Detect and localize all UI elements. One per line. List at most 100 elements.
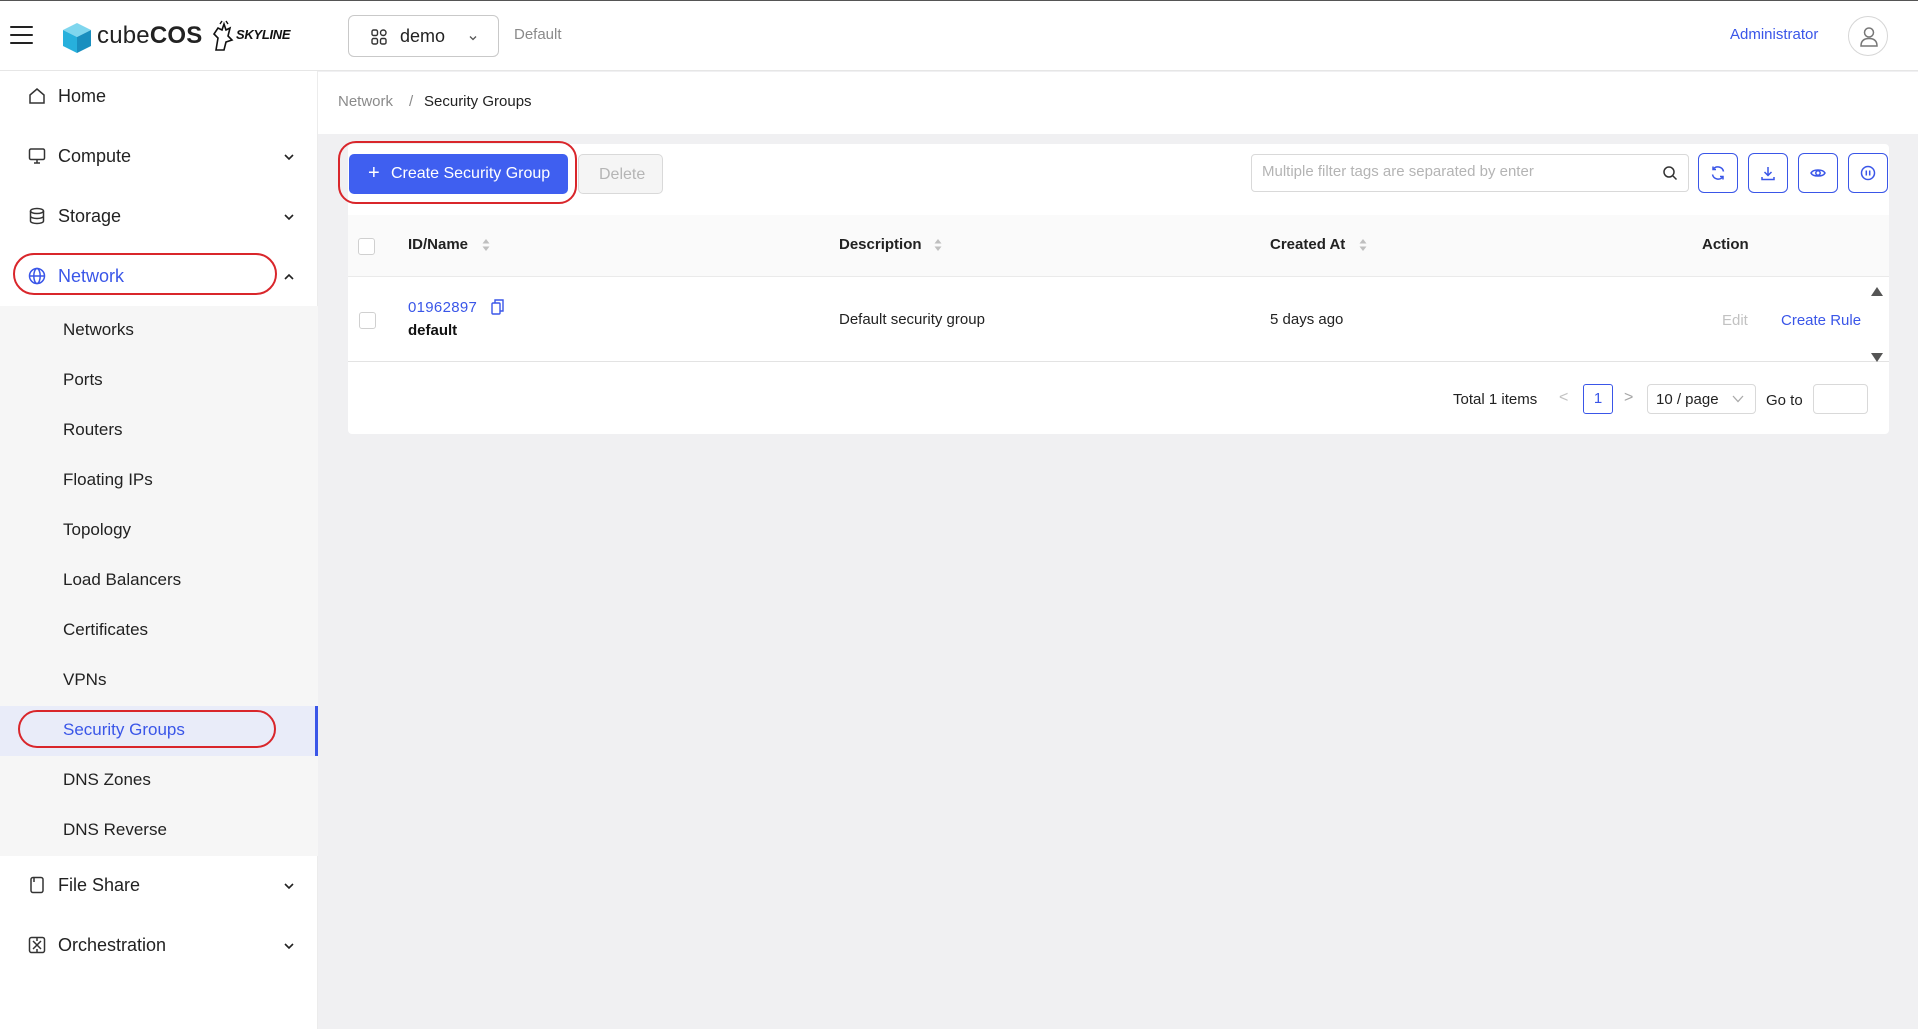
select-all-checkbox[interactable] xyxy=(358,238,375,255)
download-icon xyxy=(1761,167,1775,181)
chevron-up-icon xyxy=(283,270,295,287)
domain-label: Default xyxy=(514,26,562,43)
create-security-group-button[interactable]: + Create Security Group xyxy=(349,154,568,194)
submenu-label: Routers xyxy=(63,420,123,439)
copy-icon[interactable] xyxy=(491,299,504,319)
edit-action[interactable]: Edit xyxy=(1722,312,1748,329)
sidebar-item-routers[interactable]: Routers xyxy=(0,410,318,450)
chevron-down-icon xyxy=(468,30,478,47)
goto-label: Go to xyxy=(1766,392,1803,409)
sidebar-item-label: File Share xyxy=(58,875,141,895)
column-header-created-at[interactable]: Created At xyxy=(1270,236,1345,253)
sidebar-item-label: Orchestration xyxy=(58,935,167,955)
pagination-next[interactable]: > xyxy=(1624,389,1633,407)
chevron-down-icon xyxy=(283,879,295,896)
breadcrumb-link-network[interactable]: Network xyxy=(338,93,393,110)
column-header-id-name[interactable]: ID/Name xyxy=(408,236,468,253)
security-group-name: default xyxy=(408,322,458,339)
database-icon xyxy=(28,207,46,229)
sidebar-item-certificates[interactable]: Certificates xyxy=(0,610,318,650)
grid-icon xyxy=(371,29,387,49)
sidebar-item-load-balancers[interactable]: Load Balancers xyxy=(0,560,318,600)
delete-button[interactable]: Delete xyxy=(578,154,663,194)
sidebar-item-dns-zones[interactable]: DNS Zones xyxy=(0,760,318,800)
pagination-prev[interactable]: < xyxy=(1559,389,1568,407)
project-name: demo xyxy=(400,26,446,46)
sort-icon[interactable] xyxy=(1358,237,1368,257)
sidebar-item-orchestration[interactable]: Orchestration xyxy=(0,923,318,967)
brand-name: cubeCOS xyxy=(97,22,203,49)
pause-icon xyxy=(1860,165,1876,181)
breadcrumb-current: Security Groups xyxy=(424,93,532,110)
sidebar-item-compute[interactable]: Compute xyxy=(0,134,318,178)
created-at-cell: 5 days ago xyxy=(1270,311,1344,328)
row-checkbox[interactable] xyxy=(359,312,376,329)
search-input[interactable] xyxy=(1251,154,1689,192)
chevron-down-icon xyxy=(1732,395,1744,403)
scroll-up-arrow-icon[interactable] xyxy=(1871,283,1883,300)
sidebar-item-home[interactable]: Home xyxy=(0,74,318,118)
sidebar-item-topology[interactable]: Topology xyxy=(0,510,318,550)
sidebar-item-networks[interactable]: Networks xyxy=(0,310,318,350)
sidebar-item-label: Compute xyxy=(58,146,132,166)
hamburger-menu-icon[interactable] xyxy=(10,26,33,44)
column-header-description[interactable]: Description xyxy=(839,236,922,253)
chevron-down-icon xyxy=(283,210,295,227)
submenu-label: Certificates xyxy=(63,620,149,639)
project-selector[interactable]: demo xyxy=(348,15,499,57)
sidebar-item-label: Home xyxy=(58,86,107,106)
column-header-action: Action xyxy=(1702,236,1749,253)
sidebar-item-vpns[interactable]: VPNs xyxy=(0,660,318,700)
pause-refresh-button[interactable] xyxy=(1848,153,1888,193)
sort-icon[interactable] xyxy=(481,237,491,257)
sidebar-item-file-share[interactable]: File Share xyxy=(0,863,318,907)
submenu-label: DNS Zones xyxy=(63,770,151,789)
monitor-icon xyxy=(28,147,46,169)
security-group-id-link[interactable]: 01962897 xyxy=(408,299,477,316)
submenu-label: Floating IPs xyxy=(63,470,153,489)
sidebar-item-dns-reverse[interactable]: DNS Reverse xyxy=(0,810,318,850)
home-icon xyxy=(28,87,46,109)
sidebar-item-label: Storage xyxy=(58,206,122,226)
eye-icon xyxy=(1810,169,1826,177)
goto-page-input[interactable] xyxy=(1813,384,1868,414)
user-name-link[interactable]: Administrator xyxy=(1730,26,1818,43)
table-header: ID/Name Description Created At Action xyxy=(348,215,1889,277)
refresh-button[interactable] xyxy=(1698,153,1738,193)
cube-logo-icon xyxy=(62,22,92,58)
submenu-label: VPNs xyxy=(63,670,107,689)
avatar[interactable] xyxy=(1848,16,1888,56)
submenu-label: Networks xyxy=(63,320,134,339)
sidebar-item-ports[interactable]: Ports xyxy=(0,360,318,400)
breadcrumb-separator: / xyxy=(409,93,414,110)
file-icon xyxy=(28,876,46,898)
refresh-icon xyxy=(1711,166,1725,180)
page-size-select[interactable]: 10 / page xyxy=(1647,384,1756,414)
skyline-wordmark: SKYLINE xyxy=(236,27,291,42)
scroll-down-arrow-icon[interactable] xyxy=(1871,349,1883,366)
submenu-label: DNS Reverse xyxy=(63,820,167,839)
search-icon[interactable] xyxy=(1662,165,1678,185)
sidebar-item-security-groups[interactable]: Security Groups xyxy=(0,706,318,756)
submenu-label: Load Balancers xyxy=(63,570,182,589)
globe-icon xyxy=(28,267,46,289)
column-visibility-button[interactable] xyxy=(1798,153,1838,193)
search-field[interactable] xyxy=(1262,163,1642,180)
sidebar-item-storage[interactable]: Storage xyxy=(0,194,318,238)
orchestration-icon xyxy=(28,936,46,958)
table-row xyxy=(348,278,1889,362)
sidebar-item-label: Network xyxy=(58,266,125,286)
sidebar-item-floating-ips[interactable]: Floating IPs xyxy=(0,460,318,500)
create-rule-action[interactable]: Create Rule xyxy=(1781,312,1861,329)
download-button[interactable] xyxy=(1748,153,1788,193)
plus-icon: + xyxy=(368,162,380,184)
breadcrumb xyxy=(318,72,1918,134)
pagination-page-1[interactable]: 1 xyxy=(1583,384,1613,414)
chevron-down-icon xyxy=(283,150,295,167)
sort-icon[interactable] xyxy=(933,237,943,257)
pagination-total: Total 1 items xyxy=(1453,391,1538,408)
description-cell: Default security group xyxy=(839,311,985,328)
chevron-down-icon xyxy=(283,939,295,956)
sidebar-item-network[interactable]: Network xyxy=(0,254,318,298)
submenu-label: Topology xyxy=(63,520,132,539)
